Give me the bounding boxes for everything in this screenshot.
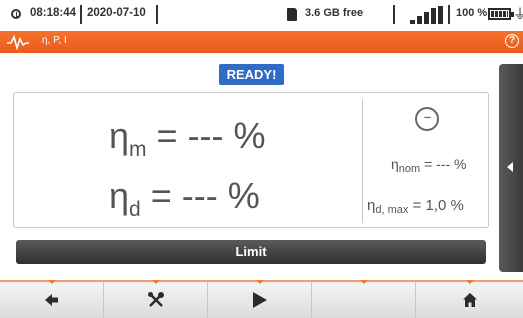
mode-label: η, P, I <box>42 35 67 46</box>
back-button[interactable] <box>0 280 104 318</box>
panel-divider <box>362 99 363 223</box>
signal-icon <box>410 6 443 24</box>
eta-symbol: η <box>109 115 130 156</box>
eta-nom-subscript: nom <box>398 163 421 175</box>
clock-time: 08:18:44 <box>30 7 77 19</box>
eta-dmax-subscript: d, max <box>375 204 409 216</box>
measurement-panel: ηm = --- % ηd = --- % ηnom = --- % ηd, m… <box>13 92 489 228</box>
eta-d-subscript: d <box>129 198 141 221</box>
side-panel-toggle[interactable] <box>499 64 523 272</box>
home-icon <box>462 293 477 307</box>
plug-icon: ⏚ <box>513 6 523 22</box>
status-separator <box>80 5 82 24</box>
status-separator <box>156 5 158 24</box>
sd-card-icon <box>287 8 297 21</box>
no-result-indicator-icon <box>415 107 439 131</box>
help-icon[interactable]: ? <box>505 34 519 48</box>
clock-icon <box>11 9 21 19</box>
mode-title-bar: η, P, I ? <box>0 31 523 53</box>
bottom-toolbar <box>0 280 523 318</box>
start-button[interactable] <box>208 280 312 318</box>
waveform-icon <box>7 34 29 50</box>
settings-button[interactable] <box>104 280 208 318</box>
eta-nom-readout: ηnom = --- % <box>391 156 466 175</box>
eta-d-readout: ηd = --- % <box>109 175 260 222</box>
empty-toolbar-slot <box>312 280 416 318</box>
status-bar: 08:18:44 2020-07-10 3.6 GB free 100 % ⏚ <box>0 0 523 31</box>
play-icon <box>252 292 267 308</box>
eta-dmax-readout: ηd, max = 1,0 % <box>367 197 464 216</box>
storage-free: 3.6 GB free <box>305 7 364 19</box>
eta-m-value: = --- % <box>156 115 266 156</box>
eta-symbol: η <box>109 175 130 216</box>
eta-nom-value: = --- % <box>424 156 467 172</box>
limit-button[interactable]: Limit <box>16 240 486 264</box>
battery-icon <box>488 8 514 20</box>
eta-dmax-value: = 1,0 % <box>412 197 464 214</box>
back-arrow-icon <box>44 294 58 306</box>
eta-m-readout: ηm = --- % <box>109 115 266 162</box>
status-separator <box>448 5 450 24</box>
eta-symbol: η <box>391 156 399 172</box>
eta-m-subscript: m <box>129 138 147 161</box>
battery-percent: 100 % <box>456 7 488 19</box>
clock-date: 2020-07-10 <box>87 7 146 19</box>
tools-icon <box>147 292 164 307</box>
ready-status-badge: READY! <box>219 64 284 85</box>
status-separator <box>393 5 395 24</box>
eta-d-value: = --- % <box>150 175 260 216</box>
home-button[interactable] <box>416 280 523 318</box>
